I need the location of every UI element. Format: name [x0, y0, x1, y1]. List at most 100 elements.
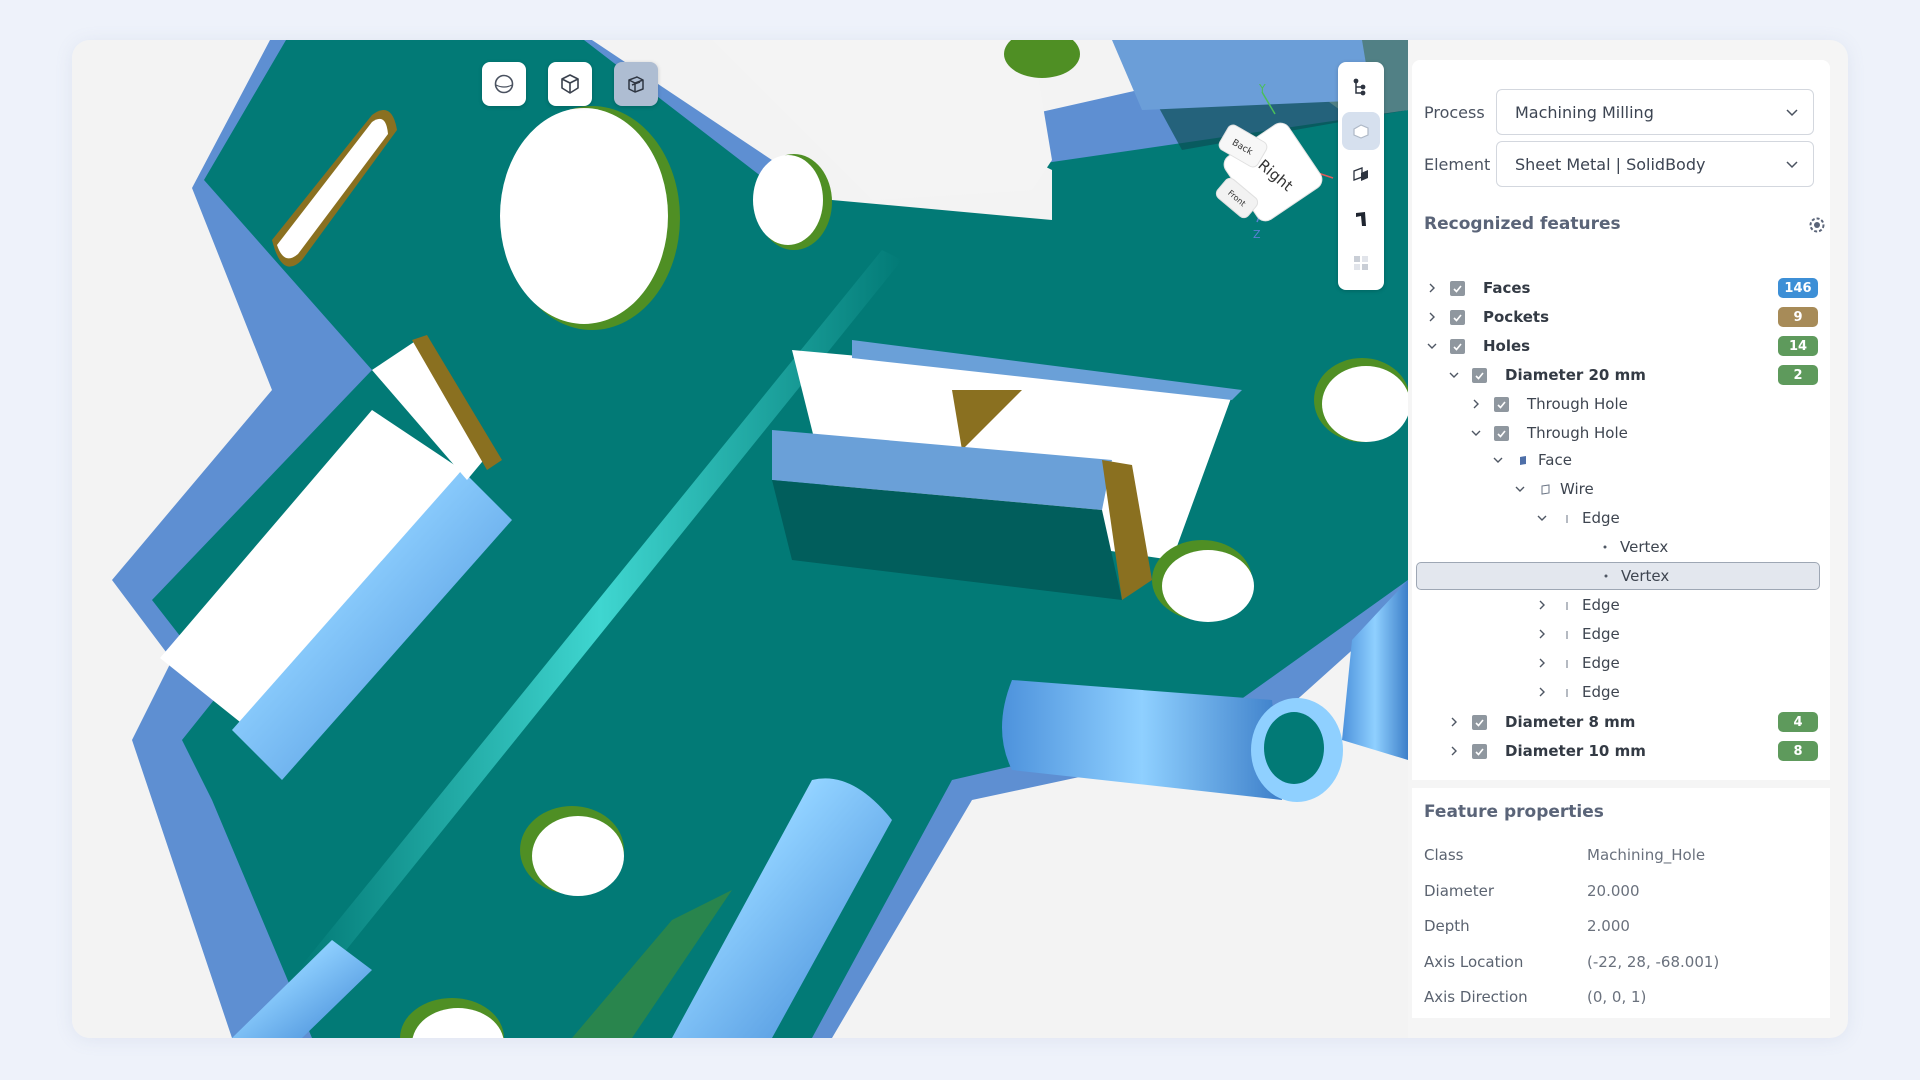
feature-checkbox[interactable] [1450, 338, 1465, 354]
tree-item-label: Diameter 20 mm [1505, 366, 1646, 384]
element-select[interactable]: Sheet Metal | SolidBody [1496, 141, 1814, 187]
feature-checkbox[interactable] [1472, 743, 1487, 759]
property-row: Class Machining_Hole [1424, 846, 1705, 864]
feature-checkbox[interactable] [1450, 280, 1465, 296]
wireframe-view-icon[interactable] [614, 62, 658, 106]
face-icon [1516, 453, 1530, 467]
display-mode-toolbar [1338, 62, 1384, 290]
feature-properties-panel: Feature properties Class Machining_Hole Di… [1412, 788, 1830, 1018]
tree-item-label: Face [1538, 451, 1572, 469]
count-badge: 14 [1778, 336, 1818, 356]
edge-icon [1560, 598, 1574, 612]
feature-checkbox[interactable] [1450, 309, 1465, 325]
shapes-icon[interactable] [1342, 156, 1380, 194]
feature-properties-title: Feature properties [1424, 802, 1604, 822]
tree-group-row[interactable]: Diameter 8 mm 4 [1412, 708, 1830, 736]
tree-item-label: Faces [1483, 279, 1531, 297]
tree-item-label: Edge [1582, 654, 1620, 672]
side-panel: Process Machining Milling Element Sheet … [1412, 60, 1832, 1018]
tree-group-row[interactable]: Diameter 10 mm 8 [1412, 737, 1830, 765]
element-label: Element [1424, 154, 1491, 174]
tree-node-row[interactable]: Edge [1412, 591, 1830, 619]
chevron-down-icon[interactable] [1446, 367, 1462, 383]
process-value: Machining Milling [1515, 102, 1654, 122]
chevron-right-icon[interactable] [1534, 626, 1550, 642]
chevron-right-icon[interactable] [1446, 743, 1462, 759]
edge-icon [1560, 627, 1574, 641]
count-badge: 8 [1778, 741, 1818, 761]
sheet-metal-icon[interactable] [1342, 200, 1380, 238]
features-panel: Process Machining Milling Element Sheet … [1412, 60, 1830, 780]
chevron-right-icon[interactable] [1534, 597, 1550, 613]
feature-checkbox[interactable] [1472, 367, 1487, 383]
vertex-icon [1599, 569, 1613, 583]
cube-view-icon[interactable] [548, 62, 592, 106]
count-badge: 146 [1778, 278, 1818, 298]
tree-node-row[interactable]: Wire [1412, 475, 1830, 503]
feature-checkbox[interactable] [1472, 714, 1487, 730]
property-key: Axis Location [1424, 952, 1524, 971]
tree-group-row[interactable]: Faces 146 [1412, 274, 1830, 302]
tree-group-row[interactable]: Holes 14 [1412, 332, 1830, 360]
chevron-down-icon[interactable] [1534, 510, 1550, 526]
tree-item-label: Wire [1560, 480, 1594, 498]
chevron-right-icon[interactable] [1534, 684, 1550, 700]
chevron-down-icon[interactable] [1512, 481, 1528, 497]
chevron-down-icon [1786, 109, 1798, 117]
property-value: Machining_Hole [1587, 846, 1706, 864]
property-row: Axis Direction (0, 0, 1) [1424, 988, 1646, 1006]
tree-item-label: Edge [1582, 625, 1620, 643]
tree-node-row[interactable]: Edge [1412, 649, 1830, 677]
chevron-down-icon[interactable] [1424, 338, 1440, 354]
tree-item-label: Edge [1582, 509, 1620, 527]
chevron-right-icon[interactable] [1424, 280, 1440, 296]
process-select[interactable]: Machining Milling [1496, 89, 1814, 135]
tree-group-row[interactable]: Diameter 20 mm 2 [1412, 361, 1830, 389]
tree-node-row[interactable]: Vertex [1416, 562, 1820, 590]
tree-node-row[interactable]: Through Hole [1412, 419, 1830, 447]
chevron-down-icon[interactable] [1468, 425, 1484, 441]
shaded-shape-icon[interactable] [1342, 112, 1380, 150]
process-label: Process [1424, 102, 1485, 122]
count-badge: 4 [1778, 712, 1818, 732]
tree-item-label: Through Hole [1527, 424, 1628, 442]
recognized-features-title: Recognized features [1424, 214, 1621, 234]
tree-node-row[interactable]: Through Hole [1412, 390, 1830, 418]
chevron-right-icon[interactable] [1446, 714, 1462, 730]
property-key: Depth [1424, 917, 1470, 935]
tree-node-row[interactable]: Edge [1412, 620, 1830, 648]
chevron-down-icon[interactable] [1490, 452, 1506, 468]
tree-node-row[interactable]: Vertex [1412, 533, 1830, 561]
tree-item-label: Holes [1483, 337, 1531, 355]
edge-icon [1560, 656, 1574, 670]
property-value: (0, 0, 1) [1587, 988, 1647, 1006]
feature-checkbox[interactable] [1494, 396, 1509, 412]
feature-tree-icon[interactable] [1342, 68, 1380, 106]
property-row: Depth 2.000 [1424, 917, 1630, 935]
process-field: Process Machining Milling [1424, 89, 1814, 135]
tree-item-label: Edge [1582, 596, 1620, 614]
tree-item-label: Vertex [1621, 567, 1670, 585]
chevron-right-icon[interactable] [1468, 396, 1484, 412]
tree-group-row[interactable]: Pockets 9 [1412, 303, 1830, 331]
property-key: Axis Direction [1424, 988, 1528, 1006]
vertex-icon [1598, 540, 1612, 554]
chevron-right-icon[interactable] [1424, 309, 1440, 325]
edge-icon [1560, 685, 1574, 699]
tree-item-label: Diameter 10 mm [1505, 742, 1646, 760]
navigation-view-cube[interactable]: Y Z Right Back Front [1187, 62, 1337, 262]
chevron-down-icon [1786, 161, 1798, 169]
tree-node-row[interactable]: Edge [1412, 678, 1830, 706]
app-window: Y Z Right Back Front Process Machining M… [72, 40, 1848, 1038]
3d-viewport[interactable]: Y Z Right Back Front [72, 40, 1408, 1038]
tree-node-row[interactable]: Edge [1412, 504, 1830, 532]
settings-gear-icon[interactable] [1804, 212, 1830, 238]
property-row: Axis Location (-22, 28, -68.001) [1424, 953, 1719, 971]
count-badge: 9 [1778, 307, 1818, 327]
sphere-view-icon[interactable] [482, 62, 526, 106]
grid-icon[interactable] [1342, 244, 1380, 282]
chevron-right-icon[interactable] [1534, 655, 1550, 671]
tree-node-row[interactable]: Face [1412, 446, 1830, 474]
feature-checkbox[interactable] [1494, 425, 1509, 441]
